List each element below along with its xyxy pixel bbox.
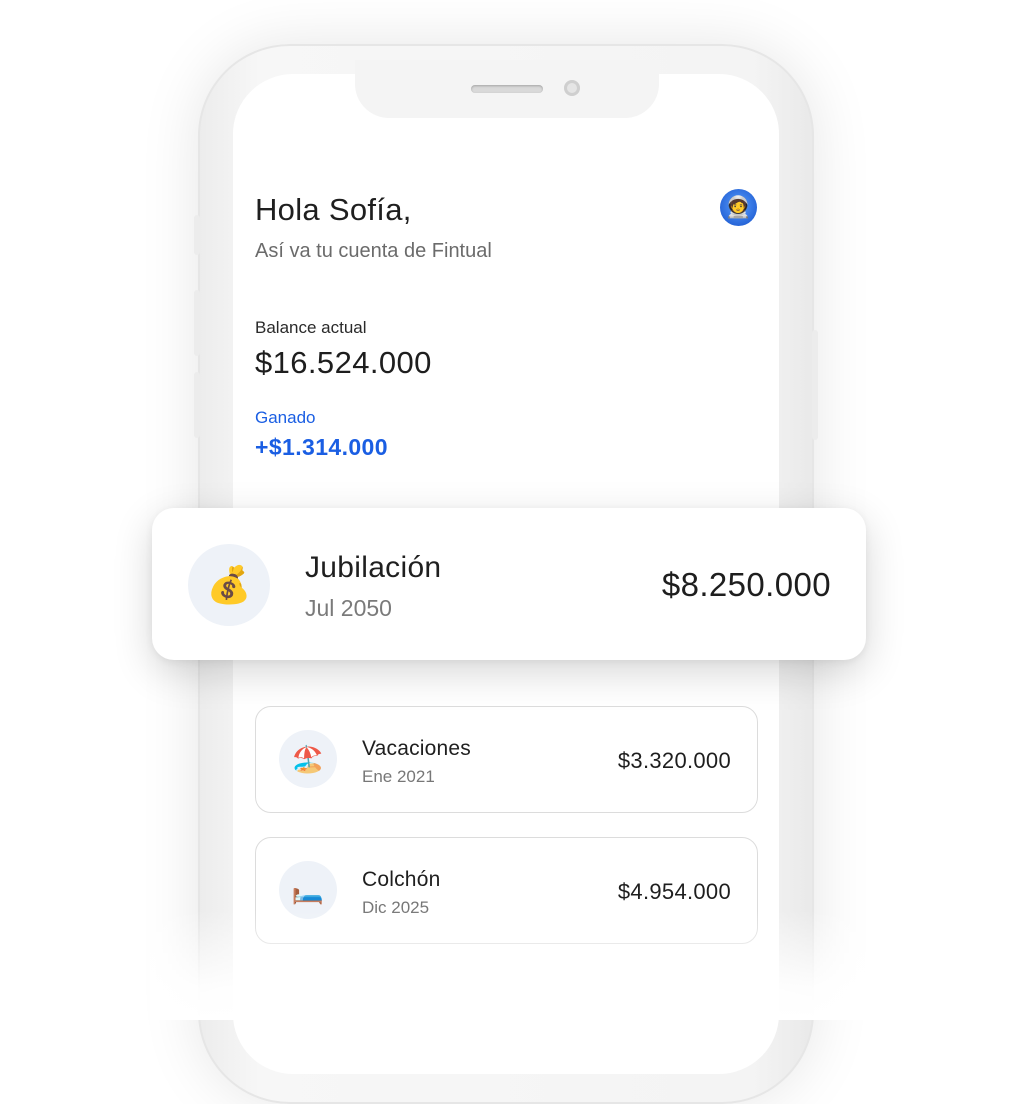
phone-volume-button bbox=[194, 290, 200, 356]
goal-date: Ene 2021 bbox=[362, 767, 435, 786]
beach-umbrella-icon: 🏖️ bbox=[279, 730, 337, 788]
speaker-grille bbox=[471, 85, 543, 93]
greeting-title: Hola Sofía, bbox=[255, 192, 412, 227]
greeting-subtitle: Así va tu cuenta de Fintual bbox=[255, 240, 492, 262]
goal-date: Dic 2025 bbox=[362, 898, 430, 917]
phone-power-button bbox=[812, 330, 818, 440]
money-bag-icon: 💰 bbox=[188, 544, 270, 626]
earned-value: +$1.314.000 bbox=[255, 434, 388, 460]
front-camera bbox=[564, 80, 580, 96]
balance-label: Balance actual bbox=[255, 318, 367, 337]
avatar[interactable]: 🧑‍🚀 bbox=[720, 189, 757, 226]
goal-name: Vacaciones bbox=[362, 737, 472, 760]
goal-date: Jul 2050 bbox=[305, 595, 392, 621]
astronaut-icon: 🧑‍🚀 bbox=[725, 195, 752, 219]
goal-name: Jubilación bbox=[305, 551, 442, 584]
bed-icon: 🛏️ bbox=[279, 861, 337, 919]
phone-side-button bbox=[194, 215, 200, 255]
goal-amount: $3.320.000 bbox=[617, 748, 731, 773]
goal-amount: $4.954.000 bbox=[617, 879, 731, 904]
earned-label: Ganado bbox=[255, 408, 316, 427]
balance-value: $16.524.000 bbox=[255, 345, 432, 380]
phone-volume-button bbox=[194, 372, 200, 438]
goal-name: Colchón bbox=[362, 868, 441, 891]
goal-amount: $8.250.000 bbox=[661, 566, 831, 603]
